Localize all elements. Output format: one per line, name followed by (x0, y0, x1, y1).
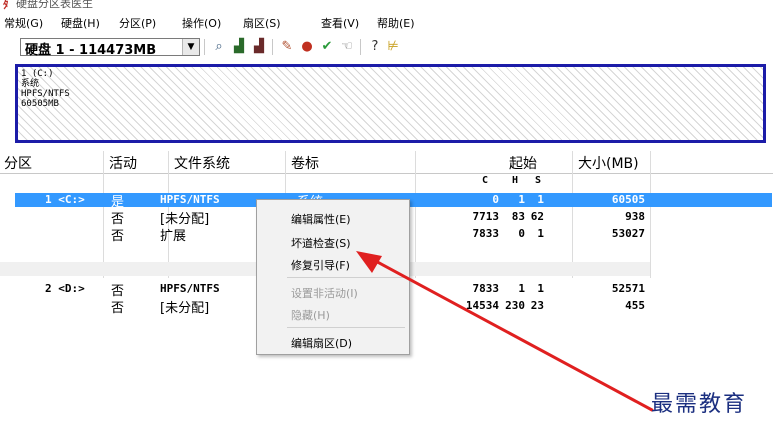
annotation-arrow-icon (356, 251, 654, 412)
watermark: 最需教育 (651, 392, 748, 417)
